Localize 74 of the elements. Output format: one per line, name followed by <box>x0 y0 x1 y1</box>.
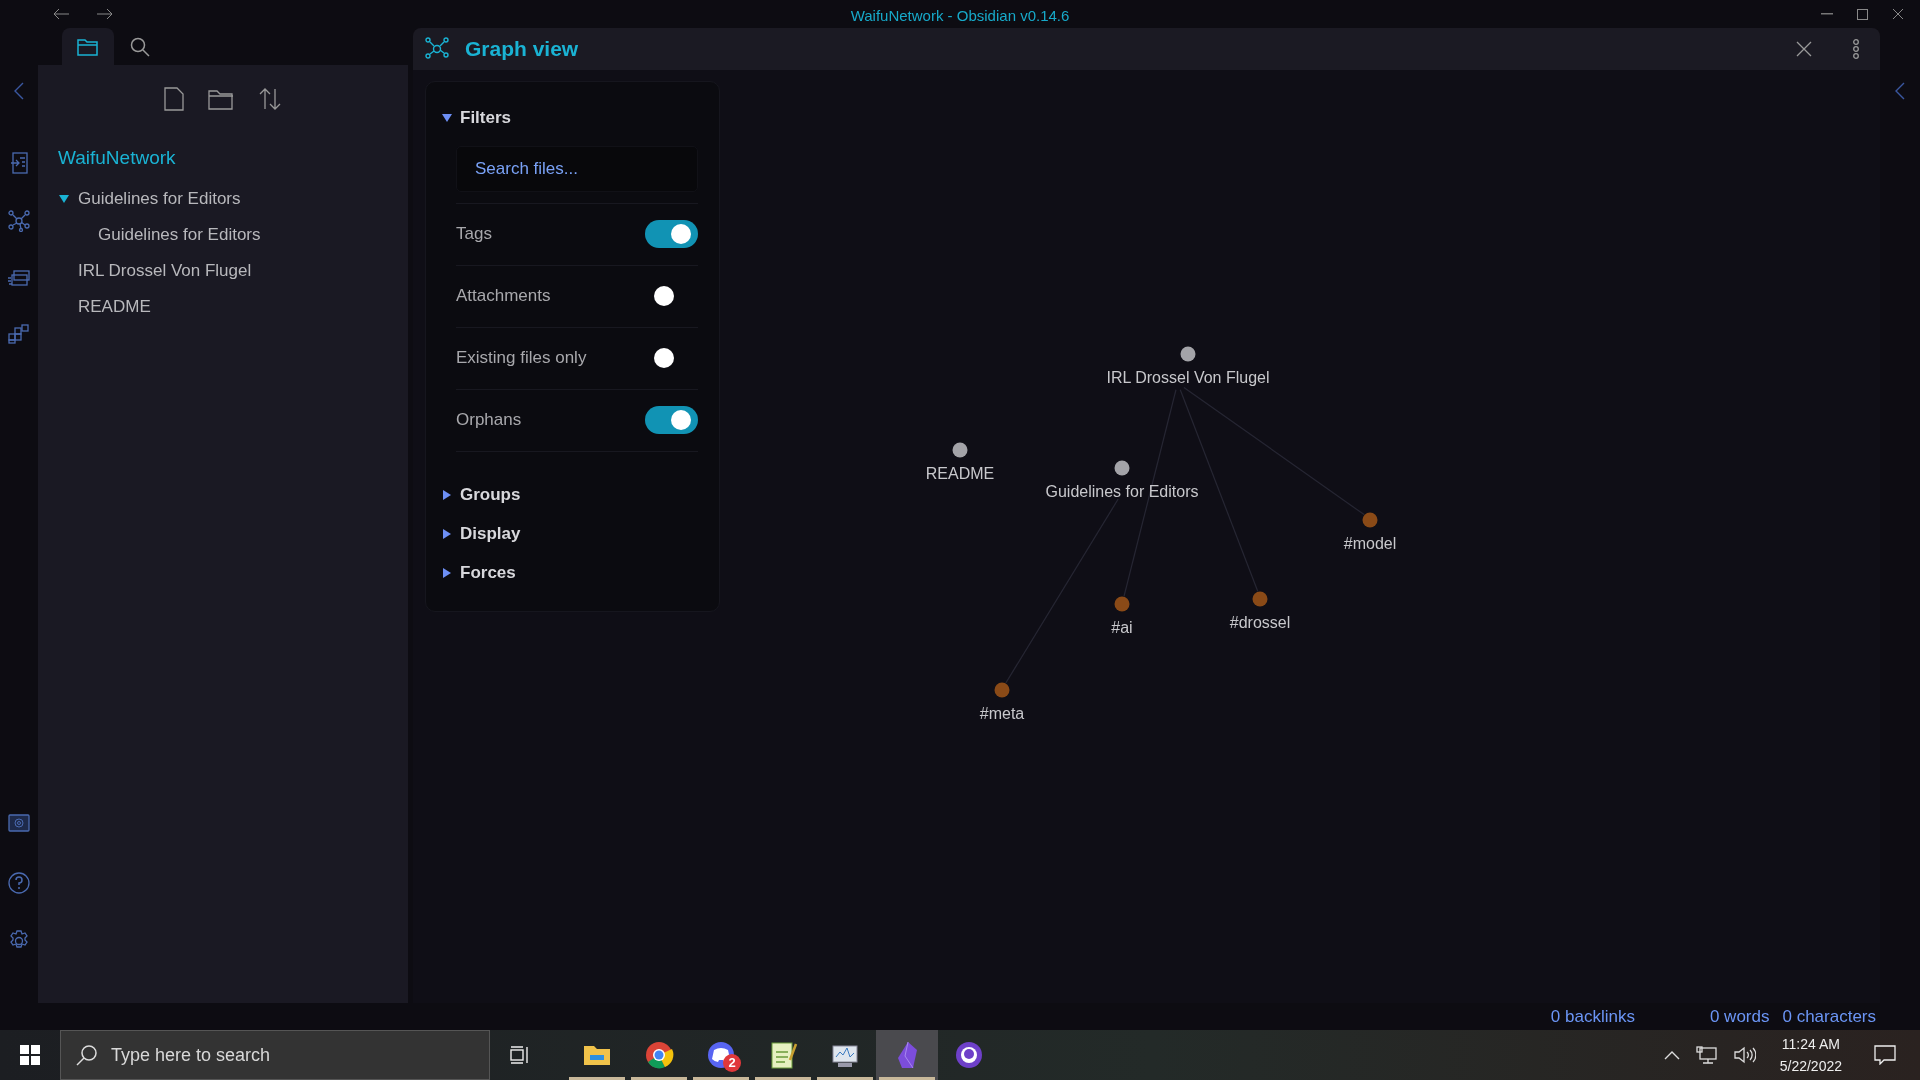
sidebar-tab[interactable] <box>62 28 114 65</box>
toggle-label: Orphans <box>456 409 522 432</box>
vault-icon[interactable] <box>8 814 30 832</box>
graph-node[interactable] <box>1362 512 1378 528</box>
collapse-chevron-icon[interactable] <box>14 82 24 100</box>
graph-node[interactable] <box>1114 460 1130 476</box>
collapse-triangle-icon[interactable] <box>442 490 452 500</box>
taskbar-app[interactable]: 2 <box>690 1030 752 1080</box>
windows-start-icon[interactable] <box>20 1045 40 1065</box>
file-item[interactable]: Guidelines for Editors <box>98 221 261 248</box>
search-field[interactable]: Search files... <box>456 146 698 192</box>
node-label: IRL Drossel Von Flugel <box>1106 369 1270 386</box>
toggle-switch[interactable] <box>645 406 698 434</box>
new-folder-icon[interactable] <box>208 87 234 110</box>
more-options-icon[interactable] <box>1852 39 1860 59</box>
section-title[interactable]: Filters <box>460 105 512 131</box>
clock-time[interactable]: 11:24 AM <box>1779 1033 1842 1055</box>
expand-chevron-icon[interactable] <box>1895 82 1905 100</box>
blocks-icon[interactable] <box>8 324 30 344</box>
notepad-app-icon[interactable] <box>768 1040 798 1070</box>
file-item[interactable]: README <box>78 293 151 320</box>
status-text[interactable]: 0 words <box>1709 1003 1770 1030</box>
graph-icon <box>425 37 449 61</box>
graph-icon[interactable] <box>8 210 30 232</box>
close-icon[interactable] <box>1892 8 1904 20</box>
volume-icon[interactable] <box>1733 1046 1756 1064</box>
graph-node[interactable] <box>1114 596 1130 612</box>
toggle-switch[interactable] <box>645 220 698 248</box>
notification-icon[interactable] <box>1874 1045 1896 1065</box>
toggle-label: Existing files only <box>456 347 587 370</box>
graph-node[interactable] <box>952 442 968 458</box>
status-text[interactable]: 0 characters <box>1782 1003 1876 1030</box>
node-label: #model <box>1343 535 1397 552</box>
node-label: #drossel <box>1229 614 1291 631</box>
chevron-up-icon[interactable] <box>1663 1050 1680 1060</box>
node-label: Guidelines for Editors <box>1045 483 1199 500</box>
network-icon[interactable] <box>1695 1046 1718 1064</box>
search-icon[interactable] <box>130 36 150 57</box>
collapse-triangle-icon[interactable] <box>442 113 452 123</box>
file-item[interactable]: IRL Drossel Von Flugel <box>78 257 252 284</box>
section-title[interactable]: Forces <box>460 560 516 586</box>
chrome-app-icon[interactable] <box>644 1040 674 1070</box>
graph-node[interactable] <box>1252 591 1268 607</box>
collapse-triangle-icon[interactable] <box>442 568 452 578</box>
graph-node[interactable] <box>994 682 1010 698</box>
clock-date[interactable]: 5/22/2022 <box>1779 1055 1842 1077</box>
node-label: README <box>925 465 995 482</box>
folder-item[interactable]: Guidelines for Editors <box>78 185 241 212</box>
graph-node[interactable] <box>1180 346 1196 362</box>
view-title: Graph view <box>465 36 579 63</box>
collapse-triangle-icon[interactable] <box>58 194 70 205</box>
node-label: #ai <box>1111 619 1133 636</box>
forward-arrow-icon[interactable] <box>96 8 114 20</box>
node-label: #meta <box>979 705 1025 722</box>
folder-icon[interactable] <box>77 37 99 56</box>
window-title: WaifuNetwork - Obsidian v0.14.6 <box>850 6 1070 26</box>
help-icon[interactable] <box>8 872 30 894</box>
close-icon[interactable] <box>1796 41 1812 57</box>
maximize-icon[interactable] <box>1857 8 1868 20</box>
new-note-icon[interactable] <box>164 86 184 111</box>
toggle-label: Attachments <box>456 285 551 308</box>
section-title[interactable]: Display <box>460 521 521 547</box>
vault-name[interactable]: WaifuNetwork <box>58 144 408 173</box>
status-text[interactable]: 0 backlinks <box>1550 1003 1635 1030</box>
import-document-icon[interactable] <box>10 152 28 174</box>
back-arrow-icon[interactable] <box>52 8 70 20</box>
taskbar-search-field[interactable]: Type here to search <box>60 1030 490 1080</box>
task-view-icon[interactable] <box>510 1046 530 1064</box>
notification-badge: 2 <box>723 1054 741 1072</box>
collapse-triangle-icon[interactable] <box>442 529 452 539</box>
cards-icon[interactable] <box>8 270 30 286</box>
toggle-label: Tags <box>456 223 492 246</box>
sort-arrows-icon[interactable] <box>258 86 282 111</box>
section-title[interactable]: Groups <box>460 482 521 508</box>
